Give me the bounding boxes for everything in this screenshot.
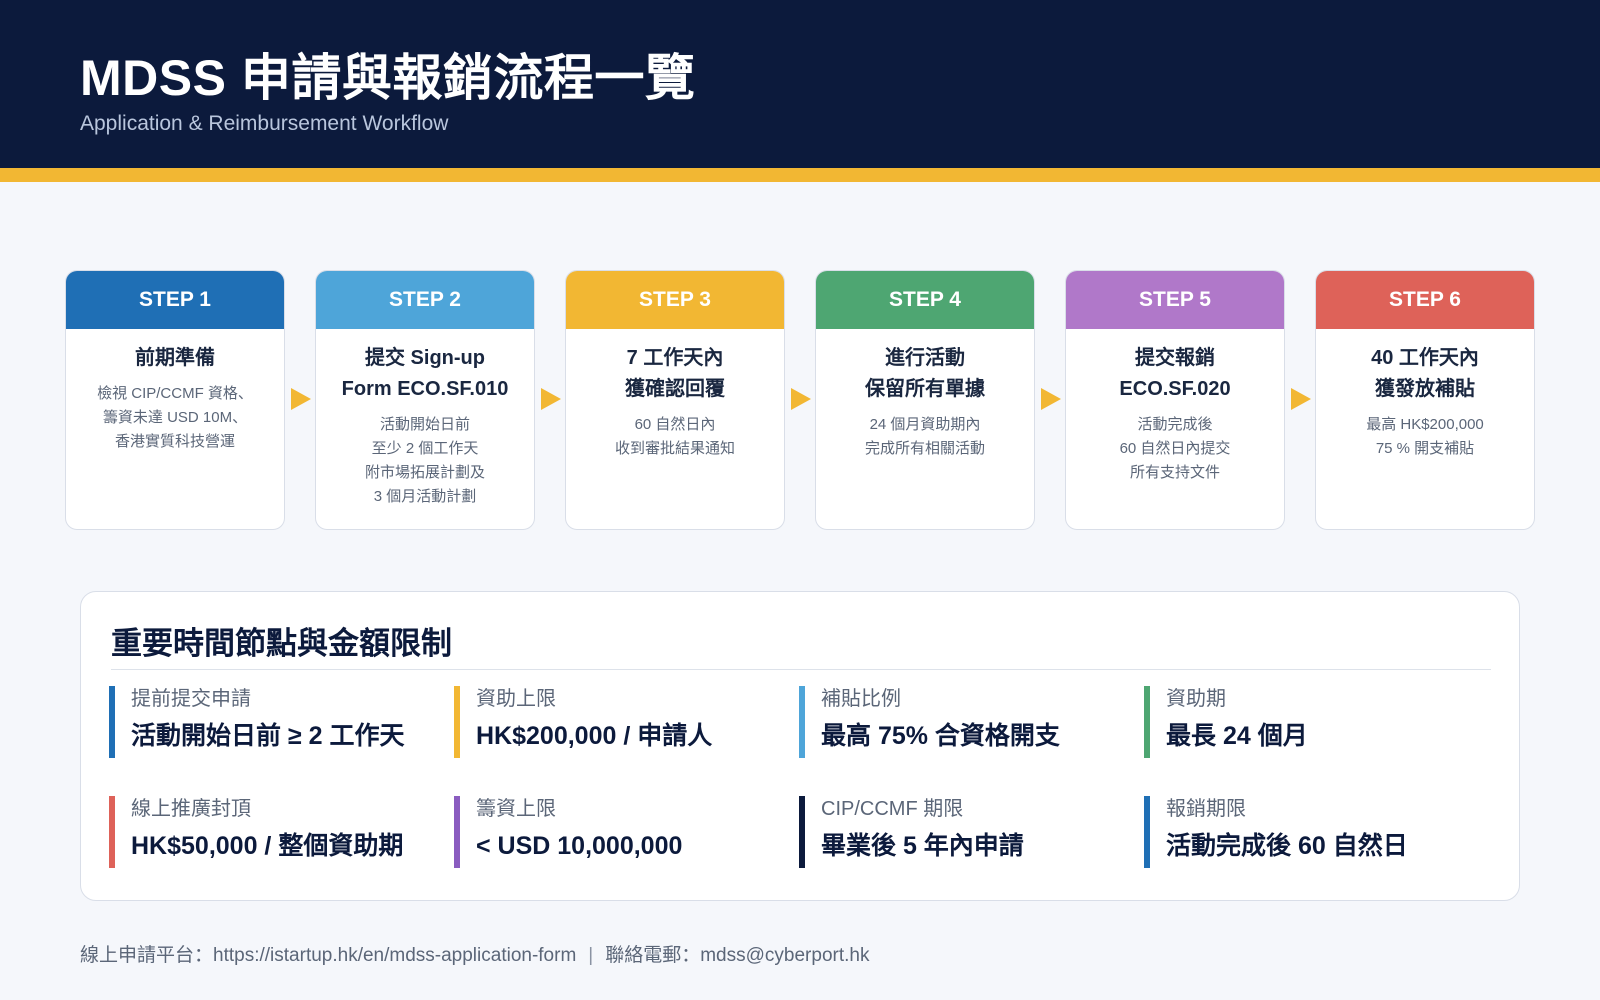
step-card-1: STEP 1 前期準備 檢視 CIP/CCMF 資格、 籌資未達 USD 10M… bbox=[65, 270, 285, 530]
footer-separator: | bbox=[588, 945, 594, 966]
limit-value: 最高 75% 合資格開支 bbox=[821, 722, 1060, 750]
step-description: 60 自然日內 收到審批結果通知 bbox=[614, 416, 735, 457]
step-title: 40 工作天內 獲發放補貼 bbox=[1371, 347, 1479, 400]
step-card-3: STEP 3 7 工作天內 獲確認回覆 60 自然日內 收到審批結果通知 bbox=[565, 270, 785, 530]
step-title: 7 工作天內 獲確認回覆 bbox=[625, 347, 725, 400]
step-label: STEP 5 bbox=[1066, 271, 1284, 329]
limit-label: 提前提交申請 bbox=[131, 688, 251, 710]
step-description: 24 個月資助期內 完成所有相關活動 bbox=[864, 416, 985, 457]
step-description: 檢視 CIP/CCMF 資格、 籌資未達 USD 10M、 香港實質科技營運 bbox=[97, 385, 253, 450]
email-label: 聯絡電郵： bbox=[605, 945, 701, 966]
limit-label: 線上推廣封頂 bbox=[131, 798, 251, 820]
step-description: 最高 HK$200,000 75 % 開支補貼 bbox=[1366, 416, 1484, 457]
step-label: STEP 6 bbox=[1316, 271, 1534, 329]
limit-value: 活動完成後 60 自然日 bbox=[1166, 832, 1408, 860]
limit-label: CIP/CCMF 期限 bbox=[821, 798, 964, 820]
arrow-right-icon bbox=[541, 388, 561, 410]
limit-value: 活動開始日前 ≥ 2 工作天 bbox=[131, 722, 405, 750]
step-label: STEP 3 bbox=[566, 271, 784, 329]
limit-item: 資助期 最長 24 個月 bbox=[1144, 686, 1464, 758]
limit-value: HK$200,000 / 申請人 bbox=[476, 722, 713, 750]
arrow-right-icon bbox=[1291, 388, 1311, 410]
step-description: 活動開始日前 至少 2 個工作天 附市場拓展計劃及 3 個月活動計劃 bbox=[364, 416, 485, 505]
email-link[interactable]: mdss@cyberport.hk bbox=[700, 945, 869, 966]
limit-item: CIP/CCMF 期限 畢業後 5 年內申請 bbox=[799, 796, 1119, 868]
limit-item: 報銷期限 活動完成後 60 自然日 bbox=[1144, 796, 1464, 868]
limit-item: 提前提交申請 活動開始日前 ≥ 2 工作天 bbox=[109, 686, 429, 758]
step-card-5: STEP 5 提交報銷 ECO.SF.020 活動完成後 60 自然日內提交 所… bbox=[1065, 270, 1285, 530]
arrow-right-icon bbox=[791, 388, 811, 410]
limit-label: 補貼比例 bbox=[821, 688, 901, 710]
divider bbox=[111, 669, 1491, 670]
limit-item: 補貼比例 最高 75% 合資格開支 bbox=[799, 686, 1119, 758]
arrow-right-icon bbox=[291, 388, 311, 410]
limit-value: 畢業後 5 年內申請 bbox=[821, 832, 1024, 860]
arrow-right-icon bbox=[1041, 388, 1061, 410]
step-title: 提交報銷 ECO.SF.020 bbox=[1119, 347, 1231, 400]
limit-value: < USD 10,000,000 bbox=[476, 832, 683, 860]
platform-label: 線上申請平台： bbox=[80, 945, 214, 966]
limit-value: 最長 24 個月 bbox=[1166, 722, 1308, 750]
page-subtitle: Application & Reimbursement Workflow bbox=[80, 112, 449, 135]
step-card-6: STEP 6 40 工作天內 獲發放補貼 最高 HK$200,000 75 % … bbox=[1315, 270, 1535, 530]
step-label: STEP 2 bbox=[316, 271, 534, 329]
footer: 線上申請平台：https://istartup.hk/en/mdss-appli… bbox=[80, 940, 869, 967]
workflow-steps: STEP 1 前期準備 檢視 CIP/CCMF 資格、 籌資未達 USD 10M… bbox=[65, 270, 1535, 530]
page-title: MDSS 申請與報銷流程一覽 bbox=[80, 50, 696, 106]
accent-bar bbox=[0, 168, 1600, 182]
limit-label: 報銷期限 bbox=[1166, 798, 1246, 820]
step-label: STEP 4 bbox=[816, 271, 1034, 329]
step-card-2: STEP 2 提交 Sign-up Form ECO.SF.010 活動開始日前… bbox=[315, 270, 535, 530]
limit-item: 線上推廣封頂 HK$50,000 / 整個資助期 bbox=[109, 796, 429, 868]
step-description: 活動完成後 60 自然日內提交 所有支持文件 bbox=[1119, 416, 1231, 481]
limits-title: 重要時間節點與金額限制 bbox=[111, 626, 452, 661]
limit-label: 資助期 bbox=[1166, 688, 1226, 710]
header-banner: MDSS 申請與報銷流程一覽 Application & Reimburseme… bbox=[0, 0, 1600, 168]
limit-item: 資助上限 HK$200,000 / 申請人 bbox=[454, 686, 774, 758]
step-card-4: STEP 4 進行活動 保留所有單據 24 個月資助期內 完成所有相關活動 bbox=[815, 270, 1035, 530]
step-label: STEP 1 bbox=[66, 271, 284, 329]
limit-label: 籌資上限 bbox=[476, 798, 556, 820]
step-title: 進行活動 保留所有單據 bbox=[865, 347, 985, 400]
step-title: 前期準備 bbox=[135, 347, 215, 369]
step-title: 提交 Sign-up Form ECO.SF.010 bbox=[341, 347, 509, 400]
limit-item: 籌資上限 < USD 10,000,000 bbox=[454, 796, 774, 868]
limit-label: 資助上限 bbox=[476, 688, 556, 710]
limits-panel: 重要時間節點與金額限制 提前提交申請 活動開始日前 ≥ 2 工作天 資助上限 H… bbox=[80, 591, 1520, 901]
platform-url-link[interactable]: https://istartup.hk/en/mdss-application-… bbox=[213, 945, 576, 966]
limit-value: HK$50,000 / 整個資助期 bbox=[131, 832, 404, 860]
